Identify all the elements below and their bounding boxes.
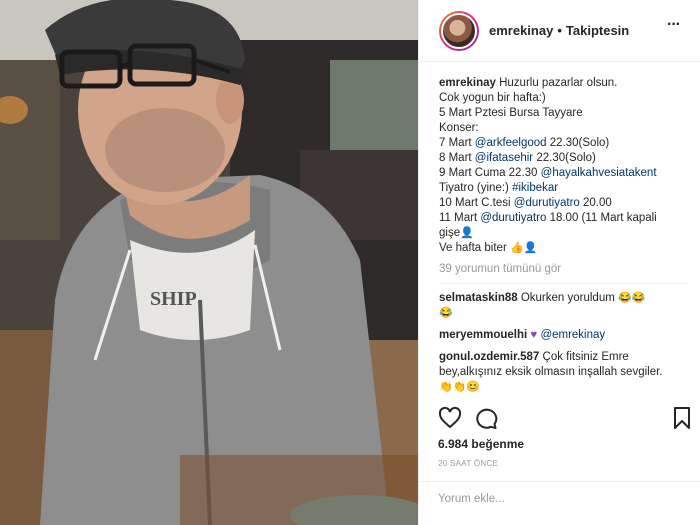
- divider: [439, 283, 689, 284]
- caption-line: 8 Mart @ifatasehir 22.30(Solo): [439, 151, 689, 166]
- instagram-post: SHIP emrekinay • Takiptesin emrekinay Hu…: [0, 0, 700, 525]
- mention-link[interactable]: @ifatasehir: [475, 152, 533, 164]
- comment-emoji-line: 👏👏😊: [439, 380, 689, 395]
- caption-line: 11 Mart @durutiyatro 18.00 (11 Mart kapa…: [439, 211, 689, 226]
- comment-item: meryemmouelhi ♥ @emrekinay: [439, 328, 689, 343]
- person-emoji-icon: 👤: [460, 227, 474, 239]
- header-text: emrekinay • Takiptesin: [489, 23, 629, 38]
- caption-line: 9 Mart Cuma 22.30 @hayalkahvesiatakent: [439, 166, 689, 181]
- caption-line: Ve hafta biter 👍👤: [439, 241, 689, 256]
- purple-heart-emoji-icon: ♥: [530, 329, 538, 341]
- comment-username[interactable]: selmataskin88: [439, 292, 518, 304]
- caption-text: 7 Mart: [439, 137, 472, 149]
- comment-item: selmataskin88 Okurken yoruldum 😂😂 😂: [439, 291, 689, 321]
- mention-link[interactable]: @emrekinay: [540, 329, 605, 341]
- add-comment-input[interactable]: Yorum ekle...: [418, 481, 700, 525]
- caption-line: 7 Mart @arkfeelgood 22.30(Solo): [439, 136, 689, 151]
- mention-link[interactable]: @arkfeelgood: [475, 137, 547, 149]
- svg-text:SHIP: SHIP: [150, 288, 197, 310]
- post-photo[interactable]: SHIP: [0, 0, 418, 525]
- mention-link[interactable]: @durutiyatro: [514, 197, 580, 209]
- avatar[interactable]: [439, 10, 479, 51]
- caption-text: 22.30(Solo): [549, 137, 610, 149]
- photo-illustration: SHIP: [0, 0, 418, 525]
- caption-text: 10 Mart C.tesi: [439, 197, 511, 209]
- comment-username[interactable]: gonul.ozdemir.587: [439, 351, 539, 363]
- comment-username[interactable]: meryemmouelhi: [439, 329, 527, 341]
- caption-line: Cok yogun bir hafta:): [439, 92, 546, 104]
- bookmark-icon[interactable]: [670, 406, 694, 430]
- action-bar: [438, 404, 698, 434]
- caption-line: 10 Mart C.tesi @durutiyatro 20.00: [439, 196, 689, 211]
- hashtag-link[interactable]: #ikibekar: [512, 182, 558, 194]
- thumbs-up-emoji-icon: 👍: [509, 242, 524, 254]
- mention-link[interactable]: @durutiyatro: [480, 212, 546, 224]
- comment-text: Çok fitsiniz Emre: [542, 351, 629, 363]
- like-heart-icon[interactable]: [438, 406, 462, 430]
- follow-status[interactable]: Takiptesin: [566, 23, 629, 38]
- crying-laughing-emoji-icon: 😂😂: [618, 292, 646, 304]
- caption-text: Ve hafta biter: [439, 242, 507, 254]
- caption-username[interactable]: emrekinay: [439, 77, 496, 89]
- clapping-emoji-icon: 👏👏😊: [439, 381, 481, 393]
- caption-text: 22.30(Solo): [536, 152, 596, 164]
- comments-section: emrekinay Huzurlu pazarlar olsun. Cok yo…: [439, 76, 689, 395]
- caption-text: 11 Mart: [439, 212, 478, 224]
- comment-item: gonul.ozdemir.587 Çok fitsiniz Emre bey,…: [439, 350, 689, 395]
- comment-text-line: bey,alkışınız eksik olmasın inşallah sev…: [439, 366, 663, 378]
- comment-text: Okurken yoruldum: [520, 292, 615, 304]
- caption-text: 18.00 (11 Mart kapali: [549, 212, 657, 224]
- view-all-comments-link[interactable]: 39 yorumun tümünü gör: [439, 262, 689, 277]
- post-header: emrekinay • Takiptesin: [419, 0, 700, 62]
- caption-line: Konser:: [439, 122, 479, 134]
- header-username[interactable]: emrekinay: [489, 23, 553, 38]
- comment-bubble-icon[interactable]: [474, 406, 498, 430]
- caption-text: 9 Mart Cuma 22.30: [439, 167, 538, 179]
- crying-laughing-emoji-icon: 😂: [439, 307, 453, 319]
- caption-line: Tiyatro (yine:) #ikibekar: [439, 181, 689, 196]
- mention-link[interactable]: @hayalkahvesiatakent: [541, 167, 657, 179]
- post-timestamp: 20 SAAT ÖNCE: [438, 459, 499, 468]
- caption-line: emrekinay Huzurlu pazarlar olsun.: [439, 76, 689, 91]
- caption-text: Huzurlu pazarlar olsun.: [499, 77, 618, 89]
- caption-text: gişe: [439, 227, 461, 239]
- caption-text: Tiyatro (yine:): [439, 182, 509, 194]
- avatar-image: [441, 12, 477, 49]
- caption-text: 20.00: [583, 197, 612, 209]
- comment-emoji-line: 😂: [439, 306, 689, 321]
- person-emoji-icon: 👤: [523, 242, 538, 254]
- caption-line: 5 Mart Pztesi Bursa Tayyare: [439, 107, 583, 119]
- like-count[interactable]: 6.984 beğenme: [438, 437, 524, 451]
- caption-line: gişe👤: [439, 226, 689, 241]
- caption-text: 8 Mart: [439, 152, 472, 164]
- more-options-icon[interactable]: ···: [667, 16, 681, 34]
- separator-dot: •: [557, 23, 562, 38]
